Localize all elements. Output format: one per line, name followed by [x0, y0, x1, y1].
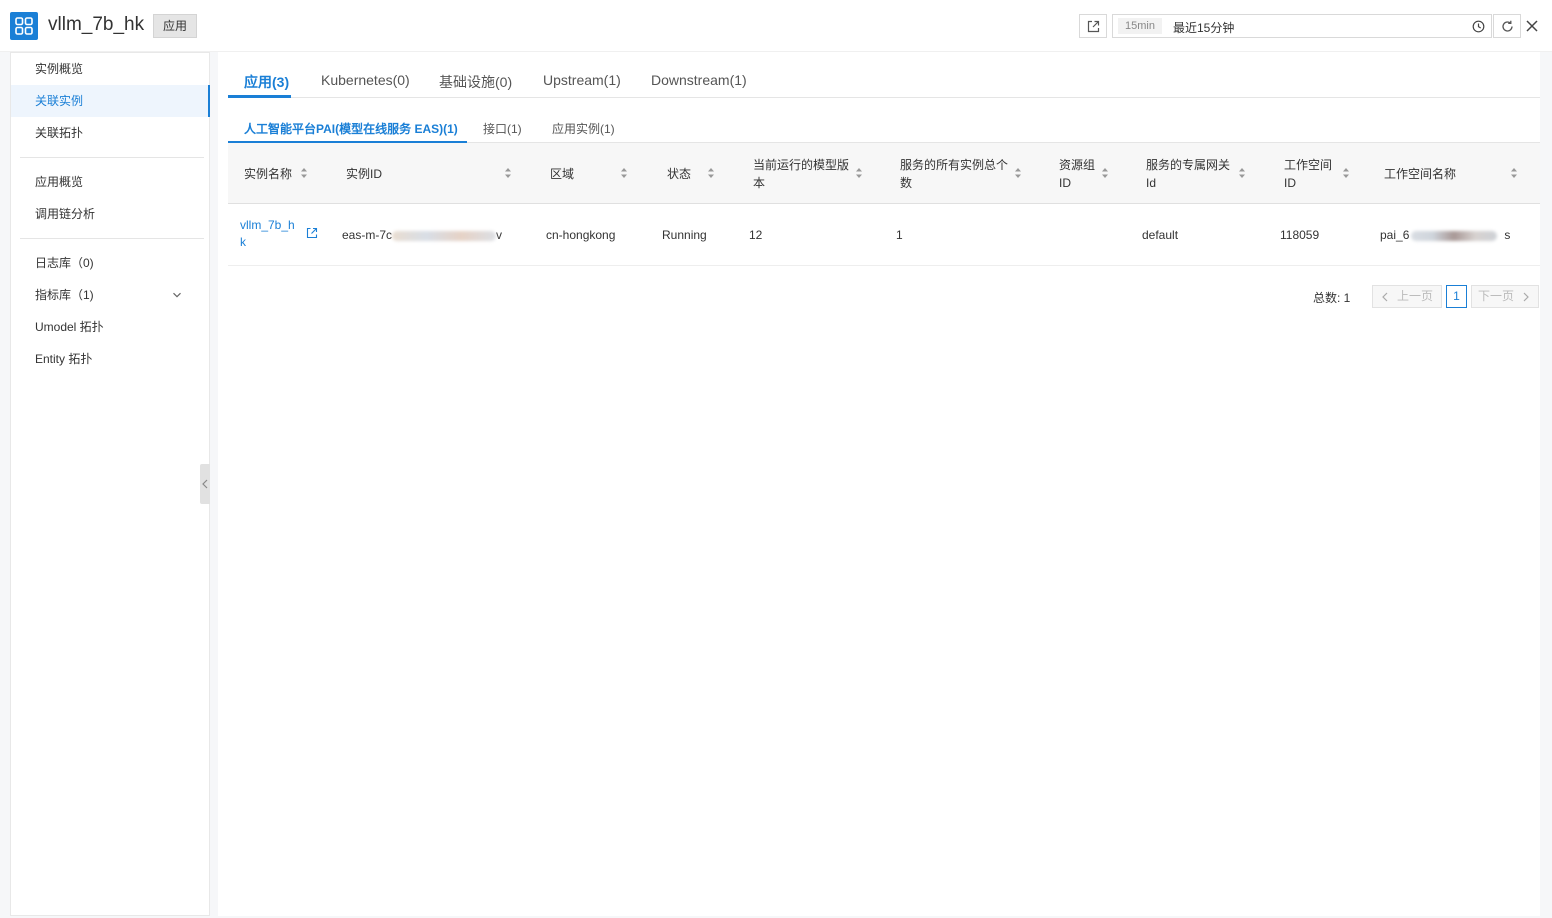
sidebar-collapse-handle[interactable]: [200, 464, 210, 504]
main-panel: 应用(3) Kubernetes(0) 基础设施(0) Upstream(1) …: [218, 52, 1540, 916]
redacted-value: [1411, 230, 1498, 241]
sidebar-item-related-instances[interactable]: 关联实例: [11, 85, 210, 117]
sort-icon[interactable]: [707, 167, 715, 179]
chevron-left-icon: [202, 479, 208, 489]
prev-page-button[interactable]: 上一页: [1372, 285, 1443, 308]
sidebar-divider: [20, 238, 204, 239]
column-header-model-version[interactable]: 当前运行的模型版本: [753, 143, 873, 204]
entity-tabs: 应用(3) Kubernetes(0) 基础设施(0) Upstream(1) …: [228, 62, 1540, 98]
instance-name-link[interactable]: vllm_7b_h k: [240, 217, 302, 251]
column-header-workspace-id[interactable]: 工作空间 ID: [1284, 143, 1354, 204]
time-range-chip: 15min: [1118, 18, 1162, 34]
active-tab-indicator: [228, 95, 291, 98]
total-count: 总数: 1: [1313, 291, 1351, 305]
page-title: vllm_7b_hk: [48, 14, 145, 35]
subtab-pai-eas[interactable]: 人工智能平台PAI(模型在线服务 EAS)(1): [244, 120, 458, 137]
sidebar: 实例概览 关联实例 关联拓扑 应用概览 调用链分析 日志库（0) 指标库（1) …: [10, 52, 210, 916]
header-bar: vllm_7b_hk 应用 15min 最近15分钟: [0, 0, 1552, 52]
sidebar-item-app-overview[interactable]: 应用概览: [11, 166, 210, 198]
sort-icon[interactable]: [1014, 167, 1022, 179]
refresh-button[interactable]: [1493, 14, 1521, 38]
table-header: 实例名称 实例ID 区域 状态 当前运行的模型版本 服务的所有实例总个数 资源组…: [228, 143, 1540, 204]
sidebar-item-trace-analysis[interactable]: 调用链分析: [11, 198, 210, 230]
sidebar-item-instance-overview[interactable]: 实例概览: [11, 53, 210, 85]
close-icon: [1526, 20, 1538, 32]
sidebar-item-logstore[interactable]: 日志库（0): [11, 247, 210, 279]
column-header-region[interactable]: 区域: [550, 143, 640, 204]
sidebar-divider: [20, 157, 204, 158]
clock-icon[interactable]: [1472, 20, 1485, 33]
column-header-workspace-name[interactable]: 工作空间名称: [1384, 143, 1524, 204]
tab-app[interactable]: 应用(3): [244, 72, 289, 92]
column-header-instance-name[interactable]: 实例名称: [244, 143, 334, 204]
sidebar-item-related-topology[interactable]: 关联拓扑: [11, 117, 210, 149]
sort-icon[interactable]: [1342, 167, 1350, 179]
column-header-instance-id[interactable]: 实例ID: [346, 143, 526, 204]
column-header-status[interactable]: 状态: [667, 143, 737, 204]
sort-icon[interactable]: [1510, 167, 1518, 179]
app-grid-icon: [10, 12, 38, 40]
close-button[interactable]: [1525, 19, 1539, 36]
sidebar-item-entity-topology[interactable]: Entity 拓扑: [11, 343, 210, 375]
subtab-interface[interactable]: 接口(1): [483, 120, 522, 137]
status-cell: Running: [662, 228, 707, 242]
tab-upstream[interactable]: Upstream(1): [543, 72, 621, 88]
external-link-icon[interactable]: [306, 227, 318, 239]
workspace-name-cell: pai_6 s: [1380, 228, 1511, 242]
tab-infrastructure[interactable]: 基础设施(0): [439, 72, 512, 92]
workspace-id-cell: 118059: [1280, 228, 1320, 242]
tab-downstream[interactable]: Downstream(1): [651, 72, 747, 88]
open-new-window-button[interactable]: [1079, 14, 1107, 38]
sort-icon[interactable]: [504, 167, 512, 179]
subtab-app-instance[interactable]: 应用实例(1): [552, 120, 615, 137]
next-page-button[interactable]: 下一页: [1471, 285, 1540, 308]
chevron-down-icon: [173, 292, 181, 298]
sort-icon[interactable]: [1238, 167, 1246, 179]
column-header-instance-count[interactable]: 服务的所有实例总个数: [900, 143, 1030, 204]
chevron-left-icon: [1382, 292, 1388, 302]
model-version-cell: 12: [749, 228, 763, 242]
region-cell: cn-hongkong: [546, 228, 616, 242]
sidebar-item-label: 指标库（1): [35, 288, 94, 302]
instance-id-cell: eas-m-7c v: [342, 228, 503, 242]
sort-icon[interactable]: [1101, 167, 1109, 179]
tab-kubernetes[interactable]: Kubernetes(0): [321, 72, 410, 88]
refresh-icon: [1502, 20, 1513, 32]
page-number-current[interactable]: 1: [1446, 285, 1467, 308]
sidebar-item-metricstore[interactable]: 指标库（1): [11, 279, 210, 311]
instance-count-cell: 1: [896, 228, 903, 242]
gateway-id-cell: default: [1142, 228, 1179, 242]
redacted-value: [392, 230, 497, 241]
sort-icon[interactable]: [855, 167, 863, 179]
time-range-picker[interactable]: 15min 最近15分钟: [1112, 14, 1492, 38]
entity-type-badge: 应用: [153, 14, 198, 38]
time-range-label: 最近15分钟: [1173, 21, 1235, 35]
sidebar-item-umodel-topology[interactable]: Umodel 拓扑: [11, 311, 210, 343]
table-row: vllm_7b_h k eas-m-7c v cn-hongkong Running…: [228, 204, 1540, 266]
sub-tabs: 人工智能平台PAI(模型在线服务 EAS)(1) 接口(1) 应用实例(1): [228, 110, 1540, 143]
column-header-gateway-id[interactable]: 服务的专属网关 Id: [1146, 143, 1256, 204]
sort-icon[interactable]: [300, 167, 308, 179]
external-link-icon: [1087, 20, 1100, 33]
chevron-right-icon: [1523, 292, 1529, 302]
sort-icon[interactable]: [620, 167, 628, 179]
column-header-resource-group-id[interactable]: 资源组 ID: [1059, 143, 1119, 204]
